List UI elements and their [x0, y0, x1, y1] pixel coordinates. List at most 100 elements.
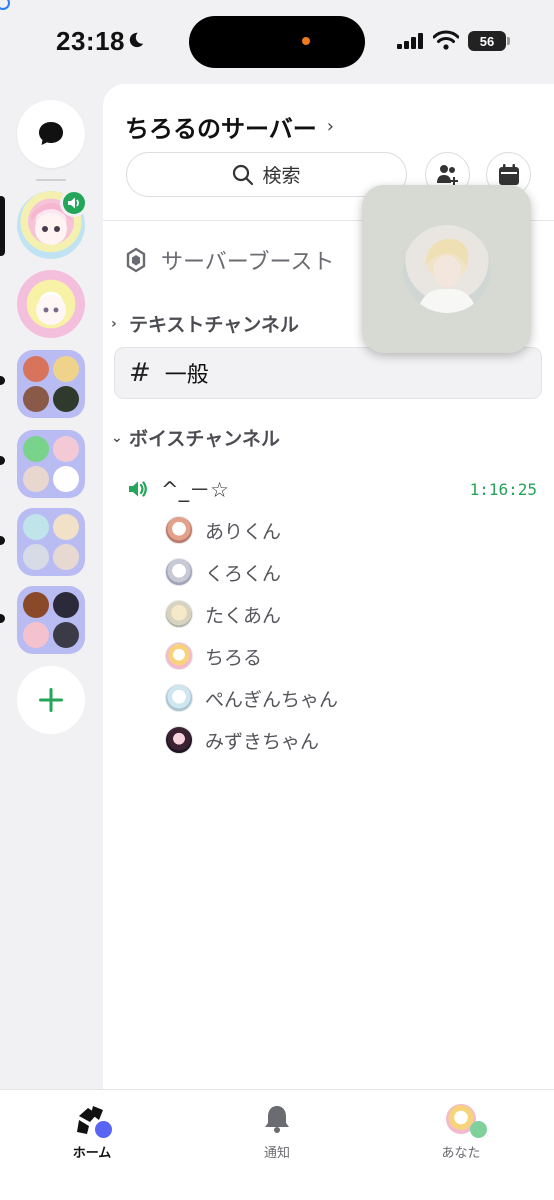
server-folder-4[interactable] — [17, 586, 85, 654]
dynamic-island — [189, 16, 365, 68]
nav-icon-wrapper — [260, 1102, 294, 1136]
selected-server-indicator — [0, 196, 5, 256]
avatar — [165, 600, 193, 628]
nav-icon-wrapper — [75, 1102, 112, 1138]
channel-name: 一般 — [164, 363, 209, 388]
voice-member[interactable]: たくあん — [165, 598, 281, 630]
tab-home[interactable]: ホーム — [32, 1102, 152, 1161]
tab-notifications[interactable]: 通知 — [217, 1102, 337, 1161]
voice-channel-name: ^_－☆ — [161, 478, 229, 502]
server-header[interactable]: ちろるのサーバー › — [125, 109, 334, 144]
unread-indicator — [0, 456, 5, 465]
hash-icon: # — [129, 358, 151, 388]
server-name: ちろるのサーバー — [125, 115, 317, 143]
avatar-art — [416, 238, 477, 313]
folder-server-thumb — [53, 544, 79, 570]
speaker-icon — [68, 197, 79, 209]
voice-member-name: ちろる — [205, 646, 263, 669]
category-text-channels[interactable]: › テキストチャンネル — [111, 310, 299, 337]
focus-moon-icon — [129, 32, 144, 48]
plus-icon — [39, 688, 63, 712]
folder-server-thumb — [53, 386, 79, 412]
voice-member[interactable]: ちろる — [165, 640, 262, 672]
online-status-dot — [470, 1121, 487, 1138]
folder-server-thumb — [53, 592, 79, 618]
folder-server-thumb — [53, 436, 79, 462]
server-folder-2[interactable] — [17, 430, 85, 498]
avatar — [165, 642, 193, 670]
search-icon — [233, 164, 254, 185]
boost-shield-icon — [126, 247, 146, 273]
unread-indicator — [0, 376, 5, 385]
battery-indicator: 56 — [468, 31, 506, 51]
server-rail — [0, 84, 103, 1089]
folder-server-thumb — [23, 514, 49, 540]
tab-label: 通知 — [263, 1146, 290, 1161]
folder-server-thumb — [53, 622, 79, 648]
location-indicator-icon — [0, 0, 10, 10]
voice-member-name: ぺんぎんちゃん — [205, 688, 339, 711]
voice-member[interactable]: ありくん — [165, 514, 281, 546]
status-time: 23:18 — [56, 26, 125, 56]
avatar — [165, 558, 193, 586]
voice-member-name: たくあん — [205, 604, 282, 627]
speaker-avatar — [402, 225, 491, 313]
rail-divider — [36, 179, 66, 181]
folder-server-thumb — [23, 466, 49, 492]
folder-server-thumb — [23, 386, 49, 412]
boost-label: サーバーブースト — [161, 250, 335, 275]
voice-member-name: みずきちゃん — [205, 730, 320, 753]
dm-bubble-icon — [39, 122, 63, 145]
direct-messages-button[interactable] — [17, 100, 85, 168]
search-button[interactable]: 検索 — [126, 152, 407, 197]
avatar — [165, 516, 193, 544]
unread-indicator — [0, 536, 5, 545]
calendar-icon — [498, 163, 519, 185]
voice-active-badge — [60, 189, 88, 217]
category-label: テキストチャンネル — [129, 314, 299, 336]
category-label: ボイスチャンネル — [129, 428, 280, 450]
server-avatar-art — [29, 290, 73, 325]
avatar — [165, 726, 193, 754]
unread-indicator — [0, 614, 5, 623]
folder-server-thumb — [23, 356, 49, 382]
chevron-right-icon: › — [111, 315, 117, 332]
channel-item-general[interactable]: # 一般 — [114, 347, 542, 399]
status-bar: 23:18 56 — [0, 0, 554, 84]
tab-label: ホーム — [72, 1146, 112, 1161]
folder-server-thumb — [23, 592, 49, 618]
category-voice-channels[interactable]: ⌄ ボイスチャンネル — [111, 424, 280, 451]
folder-server-thumb — [23, 544, 49, 570]
voice-member[interactable]: ぺんぎんちゃん — [165, 682, 338, 714]
server-folder-1[interactable] — [17, 350, 85, 418]
online-status-dot — [95, 1121, 112, 1138]
wifi-icon — [433, 30, 459, 50]
avatar — [165, 684, 193, 712]
folder-server-thumb — [23, 436, 49, 462]
server-boost-row[interactable]: サーバーブースト — [125, 244, 334, 276]
voice-elapsed-time: 1:16:25 — [469, 479, 537, 499]
voice-member[interactable]: みずきちゃん — [165, 724, 319, 756]
tab-you[interactable]: あなた — [401, 1102, 521, 1161]
tab-label: あなた — [441, 1146, 481, 1161]
voice-member-name: くろくん — [205, 562, 282, 585]
server-folder-3[interactable] — [17, 508, 85, 576]
voice-member-name: ありくん — [205, 520, 282, 543]
voice-call-overlay[interactable] — [362, 185, 531, 353]
folder-server-thumb — [53, 514, 79, 540]
server-icon-pastel[interactable] — [17, 270, 85, 338]
battery-cap — [507, 37, 510, 45]
speaker-icon — [129, 481, 147, 497]
privacy-indicator-dot — [302, 37, 310, 45]
add-member-icon — [436, 164, 458, 185]
voice-channel-item[interactable]: ^_－☆ 1:16:25 — [127, 474, 537, 504]
voice-member[interactable]: くろくん — [165, 556, 281, 588]
bell-icon — [265, 1106, 289, 1133]
add-server-button[interactable] — [17, 666, 85, 734]
search-label: 検索 — [262, 165, 301, 187]
nav-icon-wrapper — [444, 1102, 487, 1138]
folder-server-thumb — [23, 622, 49, 648]
bottom-tab-bar: ホーム 通知 あなた — [0, 1089, 554, 1200]
folder-server-thumb — [53, 356, 79, 382]
cellular-signal-icon — [397, 33, 423, 49]
